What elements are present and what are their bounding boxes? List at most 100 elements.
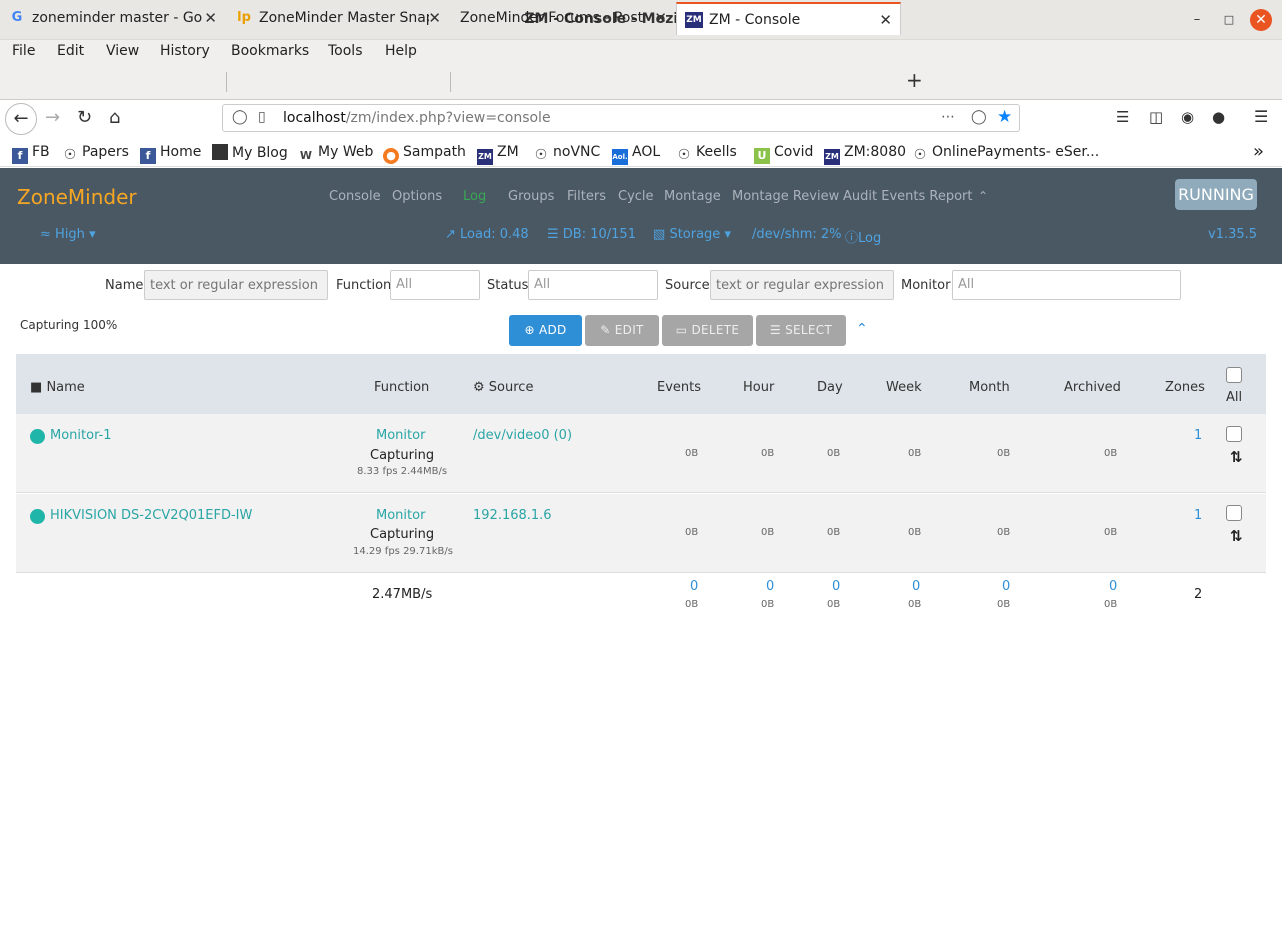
- tab-zm-console[interactable]: ZM ZM - Console ✕: [676, 2, 901, 35]
- th-events[interactable]: Events: [657, 380, 701, 395]
- collapse-filters-icon[interactable]: ⌃: [856, 321, 868, 337]
- home-icon[interactable]: ⌂: [109, 107, 120, 128]
- bookmark-zm8080[interactable]: ZM ZM:8080: [824, 144, 906, 165]
- bookmark-my-web[interactable]: W My Web: [298, 144, 373, 164]
- forward-icon[interactable]: →: [45, 107, 60, 128]
- nav-log[interactable]: Log: [463, 189, 486, 204]
- menu-bookmarks[interactable]: Bookmarks: [231, 43, 309, 59]
- total-month-count[interactable]: 0: [1002, 579, 1010, 594]
- sidebar-icon[interactable]: ◫: [1149, 108, 1163, 126]
- collapse-nav-icon[interactable]: ⌃: [978, 189, 988, 203]
- total-events-count[interactable]: 0: [690, 579, 698, 594]
- th-name[interactable]: ■ Name: [30, 380, 85, 395]
- nav-groups[interactable]: Groups: [508, 189, 554, 204]
- close-tab-icon[interactable]: ✕: [654, 2, 667, 34]
- nav-montage[interactable]: Montage: [664, 189, 721, 204]
- menu-edit[interactable]: Edit: [57, 43, 84, 59]
- source-filter-input[interactable]: [710, 270, 894, 300]
- storage-dropdown[interactable]: ▧ Storage ▾: [653, 227, 731, 242]
- bookmark-onlinepayments[interactable]: ☉ OnlinePayments- eSer...: [912, 144, 1099, 163]
- total-day-count[interactable]: 0: [832, 579, 840, 594]
- bookmark-keells[interactable]: ☉ Keells: [676, 144, 737, 163]
- bookmark-sampath[interactable]: ● Sampath: [383, 144, 466, 164]
- total-hour-count[interactable]: 0: [766, 579, 774, 594]
- menu-view[interactable]: View: [106, 43, 139, 59]
- bookmark-papers[interactable]: ☉ Papers: [62, 144, 129, 163]
- nav-console[interactable]: Console: [329, 189, 381, 204]
- th-function[interactable]: Function: [374, 380, 429, 395]
- monitor-source-link[interactable]: 192.168.1.6: [473, 508, 552, 523]
- tab-zoneminder-master[interactable]: G zoneminder master - Goo ✕: [0, 2, 225, 35]
- monitor-name-link[interactable]: HIKVISION DS-2CV2Q01EFD-IW: [50, 508, 252, 523]
- monitor-filter-select[interactable]: All: [952, 270, 1181, 300]
- status-filter-select[interactable]: All: [528, 270, 658, 300]
- close-tab-icon[interactable]: ✕: [879, 4, 892, 35]
- close-tab-icon[interactable]: ✕: [428, 2, 441, 34]
- more-bookmarks-icon[interactable]: »: [1253, 141, 1264, 162]
- select-all-checkbox[interactable]: [1226, 367, 1242, 383]
- th-zones[interactable]: Zones: [1165, 380, 1205, 395]
- bookmark-my-blog[interactable]: My Blog: [212, 144, 288, 161]
- page-actions-icon[interactable]: ⋯: [941, 109, 955, 125]
- new-tab-icon[interactable]: +: [906, 68, 923, 92]
- zones-link[interactable]: 1: [1194, 428, 1202, 443]
- hamburger-menu-icon[interactable]: ☰: [1254, 107, 1268, 126]
- total-archived-count[interactable]: 0: [1109, 579, 1117, 594]
- bookmark-zm[interactable]: ZM ZM: [477, 144, 519, 165]
- function-filter-select[interactable]: All: [390, 270, 480, 300]
- zm-logo[interactable]: ZoneMinder: [17, 185, 137, 209]
- delete-button[interactable]: ▭ DELETE: [662, 315, 753, 346]
- monitor-name-link[interactable]: Monitor-1: [50, 428, 112, 443]
- th-day[interactable]: Day: [817, 380, 843, 395]
- th-week[interactable]: Week: [886, 380, 922, 395]
- th-source[interactable]: ⚙ Source: [473, 380, 533, 395]
- bookmark-covid[interactable]: U Covid: [754, 144, 813, 164]
- menu-file[interactable]: File: [12, 43, 35, 59]
- reorder-icon[interactable]: ⇅: [1230, 448, 1243, 466]
- row-checkbox[interactable]: [1226, 426, 1242, 442]
- bookmark-novnc[interactable]: ☉ noVNC: [533, 144, 601, 163]
- monitor-source-link[interactable]: /dev/video0 (0): [473, 428, 572, 443]
- select-button[interactable]: ☰ SELECT: [756, 315, 846, 346]
- bookmark-aol[interactable]: Aol. AOL: [612, 144, 660, 165]
- edit-button[interactable]: ✎ EDIT: [585, 315, 659, 346]
- nav-options[interactable]: Options: [392, 189, 442, 204]
- extension-icon[interactable]: ●: [1212, 108, 1225, 126]
- menu-tools[interactable]: Tools: [328, 43, 363, 59]
- bookmark-home[interactable]: f Home: [140, 144, 201, 164]
- row-checkbox[interactable]: [1226, 505, 1242, 521]
- close-icon[interactable]: ✕: [1250, 9, 1272, 31]
- url-bar[interactable]: ◯ ▯ localhost/zm/index.php?view=console …: [222, 104, 1020, 132]
- monitor-function-link[interactable]: Monitor: [376, 428, 425, 443]
- maximize-icon[interactable]: □: [1218, 9, 1240, 31]
- th-archived[interactable]: Archived: [1064, 380, 1121, 395]
- th-month[interactable]: Month: [969, 380, 1010, 395]
- menu-help[interactable]: Help: [385, 43, 417, 59]
- add-button[interactable]: ⊕ ADD: [509, 315, 582, 346]
- th-hour[interactable]: Hour: [743, 380, 774, 395]
- bookmark-fb[interactable]: f FB: [12, 144, 50, 164]
- reorder-icon[interactable]: ⇅: [1230, 527, 1243, 545]
- nav-filters[interactable]: Filters: [567, 189, 606, 204]
- name-filter-input[interactable]: [144, 270, 328, 300]
- state-button[interactable]: RUNNING: [1175, 179, 1257, 210]
- pocket-icon[interactable]: ◯: [971, 109, 987, 125]
- zones-link[interactable]: 1: [1194, 508, 1202, 523]
- minimize-icon[interactable]: –: [1186, 9, 1208, 31]
- account-icon[interactable]: ◉: [1181, 108, 1194, 126]
- reload-icon[interactable]: ↻: [77, 107, 92, 128]
- total-week-count[interactable]: 0: [912, 579, 920, 594]
- shield-icon[interactable]: ◯: [232, 109, 248, 125]
- monitor-function-link[interactable]: Monitor: [376, 508, 425, 523]
- library-icon[interactable]: ☰: [1116, 108, 1129, 126]
- tab-zoneminder-forums[interactable]: ZoneMinder Forums - Post a ✕: [451, 2, 675, 35]
- close-tab-icon[interactable]: ✕: [204, 2, 217, 34]
- bookmark-star-icon[interactable]: ★: [997, 107, 1012, 127]
- log-status[interactable]: ⓘLog: [845, 227, 881, 246]
- tab-zoneminder-snap[interactable]: lp ZoneMinder Master Snap ✕: [227, 2, 449, 35]
- nav-audit-events-report[interactable]: Audit Events Report: [843, 189, 972, 204]
- nav-montage-review[interactable]: Montage Review: [732, 189, 839, 204]
- back-icon[interactable]: ←: [5, 103, 37, 135]
- bandwidth-dropdown[interactable]: ≈ High ▾: [40, 227, 96, 242]
- nav-cycle[interactable]: Cycle: [618, 189, 654, 204]
